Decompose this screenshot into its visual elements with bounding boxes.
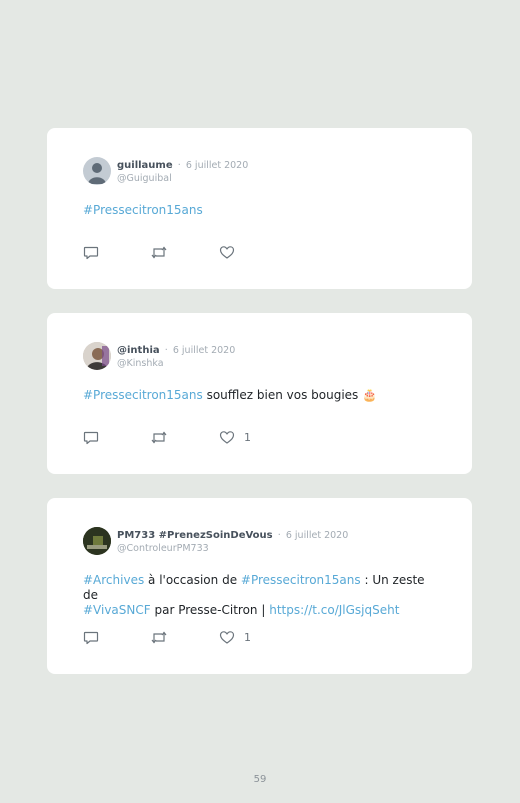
- separator-dot: ·: [177, 160, 181, 171]
- tweet-text-segment: à l'occasion de: [144, 573, 241, 587]
- tweet-header: @inthia · 6 juillet 2020 @Kinshka: [83, 341, 235, 370]
- hashtag-link[interactable]: #Pressecitron15ans: [83, 203, 203, 217]
- tweet-date[interactable]: 6 juillet 2020: [186, 160, 248, 171]
- author-handle[interactable]: @Guiguibal: [117, 172, 248, 185]
- reply-button[interactable]: [83, 245, 99, 260]
- tweet-date[interactable]: 6 juillet 2020: [286, 530, 348, 541]
- tweet-header: PM733 #PrenezSoinDeVous · 6 juillet 2020…: [83, 526, 348, 555]
- tweet-date[interactable]: 6 juillet 2020: [173, 345, 235, 356]
- reply-icon: [83, 246, 99, 260]
- retweet-button[interactable]: [150, 430, 168, 445]
- author-name[interactable]: guillaume: [117, 160, 173, 171]
- like-count: 1: [244, 631, 251, 644]
- separator-dot: ·: [277, 530, 281, 541]
- author-name[interactable]: @inthia: [117, 345, 160, 356]
- hashtag-link[interactable]: #Pressecitron15ans: [241, 573, 361, 587]
- tweet-text-segment: soufflez bien vos bougies 🎂: [202, 388, 378, 402]
- hashtag-link[interactable]: #Pressecitron15ans: [83, 388, 203, 402]
- author-handle[interactable]: @Kinshka: [117, 357, 235, 370]
- heart-icon: [219, 246, 235, 259]
- reply-icon: [83, 431, 99, 445]
- tweet-card: @inthia · 6 juillet 2020 @Kinshka #Press…: [47, 313, 472, 474]
- tweet-actions: 1: [83, 630, 251, 645]
- reply-button[interactable]: [83, 430, 99, 445]
- like-count: 1: [244, 431, 251, 444]
- tweet-actions: [83, 245, 235, 260]
- author-info: PM733 #PrenezSoinDeVous · 6 juillet 2020…: [117, 526, 348, 555]
- separator-dot: ·: [164, 345, 168, 356]
- like-button[interactable]: 1: [219, 630, 251, 645]
- retweet-button[interactable]: [150, 630, 168, 645]
- tweet-card: guillaume · 6 juillet 2020 @Guiguibal #P…: [47, 128, 472, 289]
- tweet-actions: 1: [83, 430, 251, 445]
- author-name[interactable]: PM733 #PrenezSoinDeVous: [117, 530, 273, 541]
- retweet-icon: [151, 631, 167, 644]
- like-button[interactable]: 1: [219, 430, 251, 445]
- hashtag-link[interactable]: #VivaSNCF: [83, 603, 151, 617]
- heart-icon: [219, 631, 235, 644]
- author-handle[interactable]: @ControleurPM733: [117, 542, 348, 555]
- retweet-icon: [151, 431, 167, 444]
- hashtag-link[interactable]: #Archives: [83, 573, 144, 587]
- url-link[interactable]: https://t.co/JlGsjqSeht: [269, 603, 399, 617]
- author-info: @inthia · 6 juillet 2020 @Kinshka: [117, 341, 235, 370]
- tweet-text: #Pressecitron15ans: [83, 203, 442, 218]
- page-number: 59: [253, 774, 267, 785]
- reply-icon: [83, 631, 99, 645]
- avatar[interactable]: [83, 156, 111, 185]
- retweet-icon: [151, 246, 167, 259]
- like-button[interactable]: [219, 245, 235, 260]
- reply-button[interactable]: [83, 630, 99, 645]
- tweet-text: #Pressecitron15ans soufflez bien vos bou…: [83, 388, 442, 403]
- tweet-text: #Archives à l'occasion de #Pressecitron1…: [83, 573, 442, 618]
- retweet-button[interactable]: [150, 245, 168, 260]
- heart-icon: [219, 431, 235, 444]
- tweet-text-segment: par Presse-Citron |: [150, 603, 270, 617]
- tweet-card: PM733 #PrenezSoinDeVous · 6 juillet 2020…: [47, 498, 472, 674]
- avatar[interactable]: [83, 341, 111, 370]
- avatar[interactable]: [83, 526, 111, 555]
- tweet-header: guillaume · 6 juillet 2020 @Guiguibal: [83, 156, 248, 185]
- author-info: guillaume · 6 juillet 2020 @Guiguibal: [117, 156, 248, 185]
